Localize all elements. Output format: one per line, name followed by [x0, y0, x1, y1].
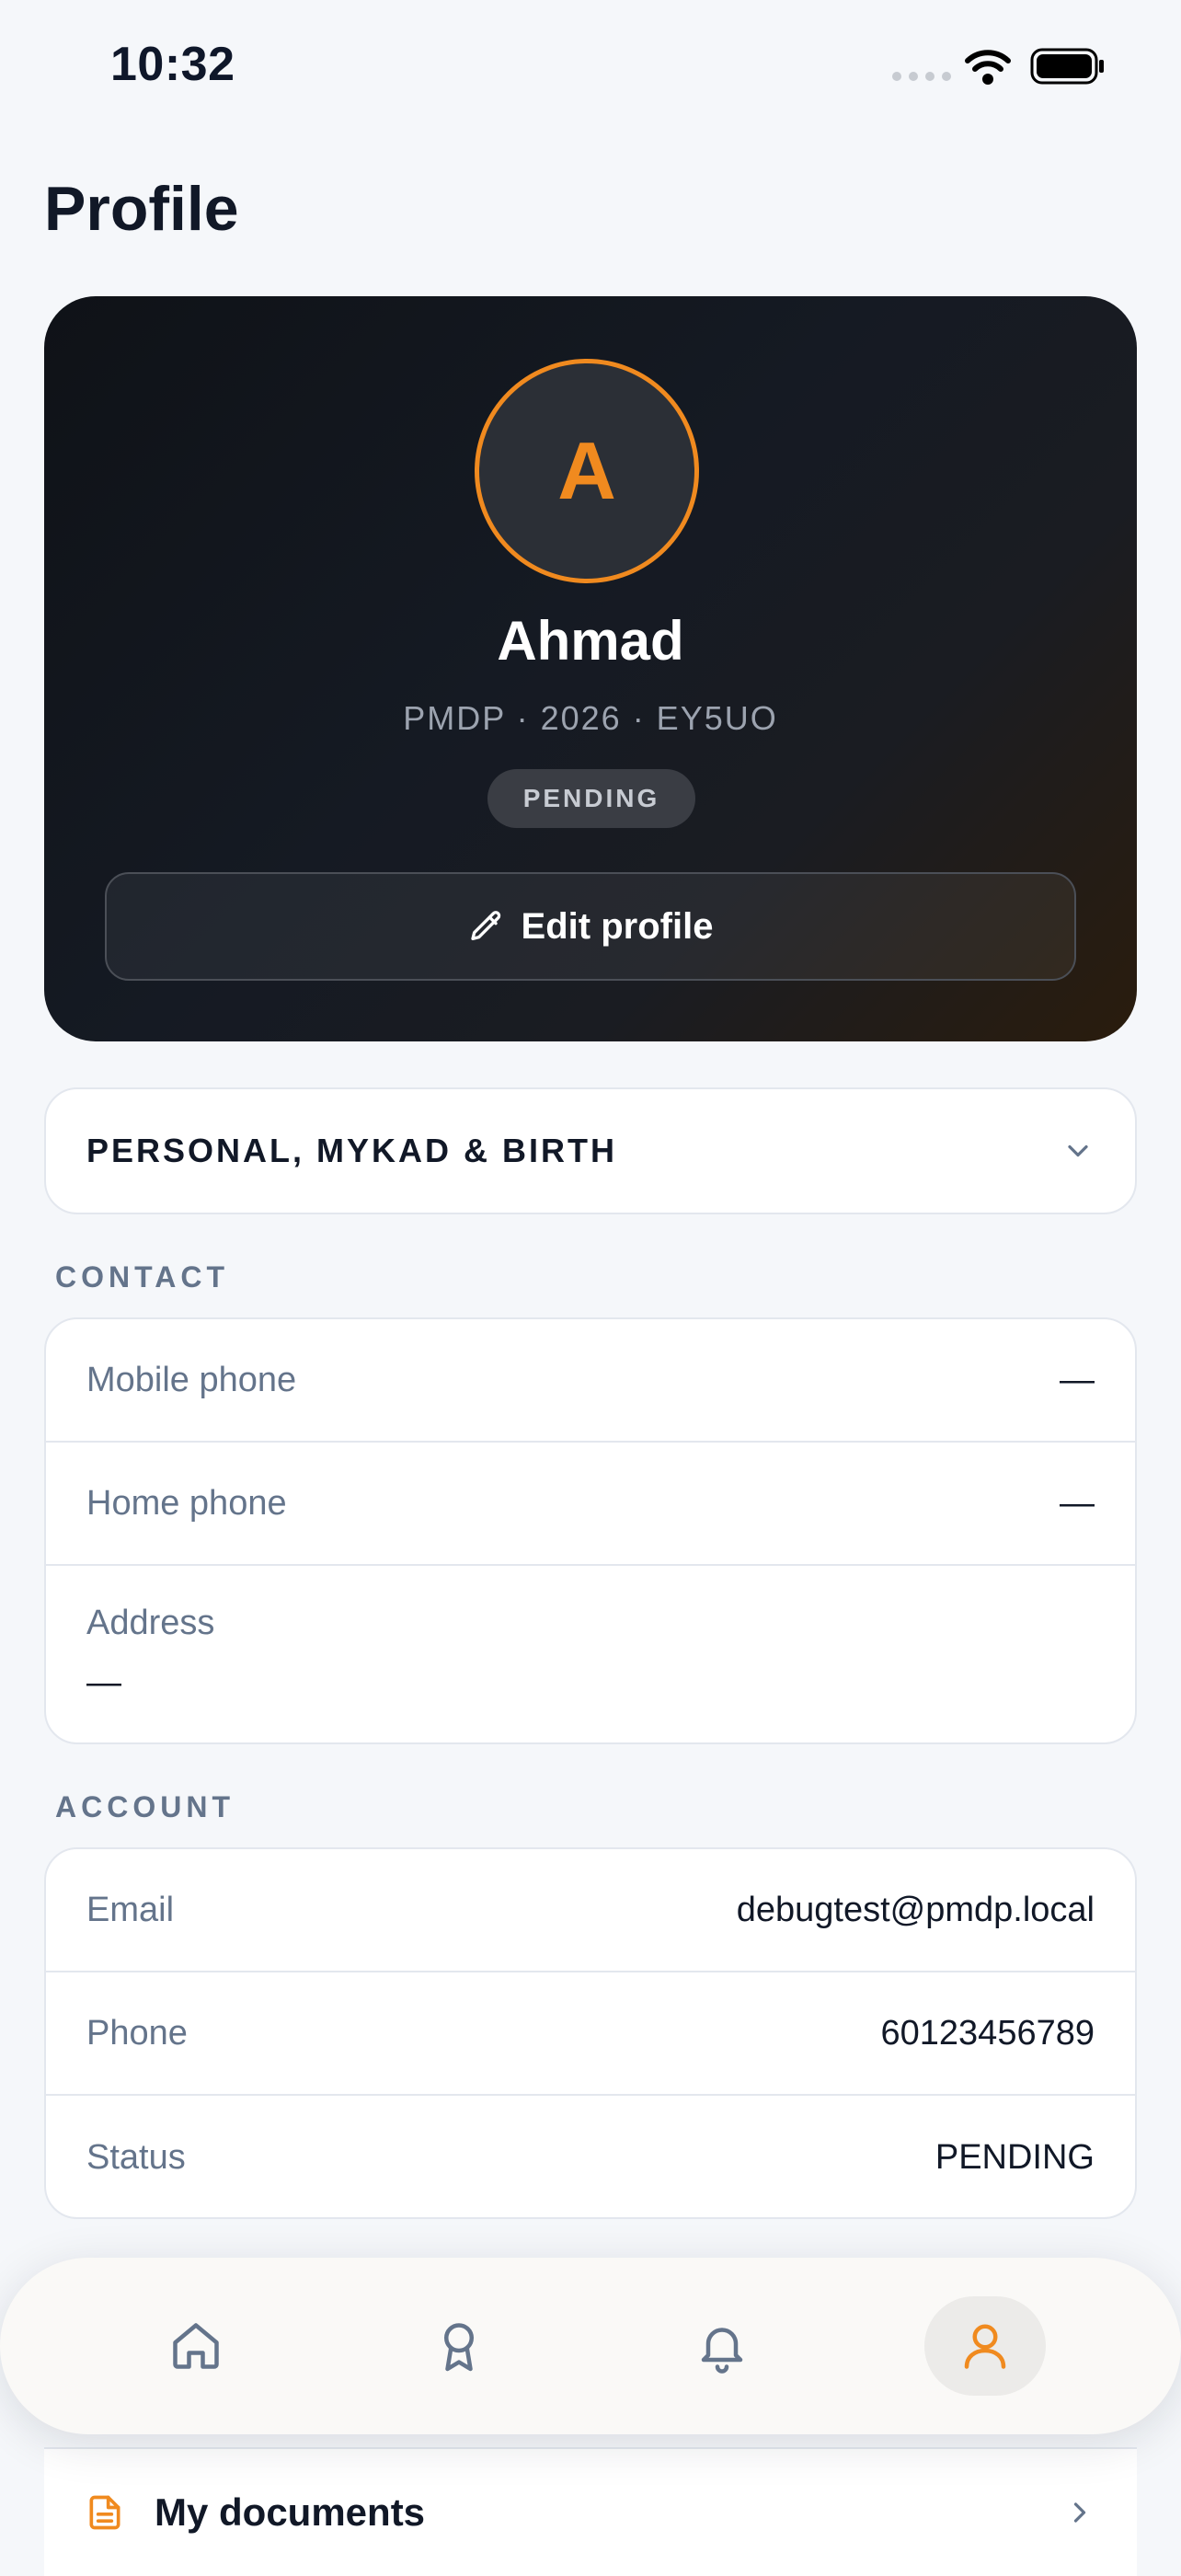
contact-row-address: Address —: [46, 1566, 1135, 1741]
accordion-title: PERSONAL, MYKAD & BIRTH: [86, 1132, 618, 1169]
account-row-status: Status PENDING: [46, 2096, 1135, 2217]
user-icon: [964, 2324, 1006, 2369]
nav-awards[interactable]: [398, 2296, 520, 2396]
profile-name: Ahmad: [497, 610, 684, 672]
contact-row-mobile: Mobile phone —: [46, 1319, 1135, 1443]
bell-icon: [701, 2328, 743, 2374]
nav-home[interactable]: [135, 2296, 257, 2396]
edit-profile-label: Edit profile: [521, 905, 714, 947]
nav-profile[interactable]: [924, 2296, 1046, 2396]
my-documents-link[interactable]: My documents: [44, 2447, 1137, 2576]
row-label: Mobile phone: [86, 1360, 297, 1399]
status-bar: 10:32: [0, 0, 1181, 129]
row-value: debugtest@pmdp.local: [736, 1890, 1095, 1929]
account-row-phone: Phone 60123456789: [46, 1972, 1135, 2096]
row-label: Phone: [86, 2013, 188, 2053]
row-value: PENDING: [934, 2137, 1095, 2177]
row-label: Home phone: [86, 1483, 287, 1523]
bottom-nav: [0, 2258, 1181, 2434]
status-time: 10:32: [110, 38, 235, 91]
account-card: Email debugtest@pmdp.local Phone 6012345…: [44, 1847, 1137, 2219]
personal-accordion[interactable]: PERSONAL, MYKAD & BIRTH: [44, 1087, 1137, 1214]
chevron-down-icon: [1068, 1144, 1088, 1157]
account-section-heading: ACCOUNT: [55, 1790, 235, 1823]
battery-icon: [1030, 48, 1104, 85]
my-documents-label: My documents: [155, 2490, 426, 2534]
profile-subtitle: PMDP · 2026 · EY5UO: [403, 699, 778, 737]
home-icon: [173, 2323, 219, 2369]
row-value: —: [1060, 1360, 1095, 1399]
page-title: Profile: [44, 174, 239, 244]
row-label: Email: [86, 1890, 175, 1929]
avatar-initial: A: [557, 425, 616, 516]
row-value: —: [1060, 1483, 1095, 1523]
profile-hero-card: A Ahmad PMDP · 2026 · EY5UO PENDING Edit…: [44, 296, 1137, 1041]
row-label: Status: [86, 2137, 186, 2177]
chevron-right-icon: [1073, 2502, 1086, 2523]
account-row-email: Email debugtest@pmdp.local: [46, 1849, 1135, 1972]
row-label: Address: [86, 1604, 215, 1642]
avatar: A: [475, 359, 699, 583]
row-value: —: [86, 1663, 121, 1702]
edit-profile-button[interactable]: Edit profile: [105, 872, 1076, 981]
row-value: 60123456789: [880, 2013, 1095, 2053]
award-icon: [444, 2323, 474, 2372]
signal-icon: [892, 72, 951, 81]
contact-row-home: Home phone —: [46, 1443, 1135, 1566]
pencil-icon: [470, 911, 500, 940]
wifi-icon: [965, 50, 1011, 85]
nav-notifications[interactable]: [661, 2296, 783, 2396]
status-badge: PENDING: [487, 769, 695, 828]
contact-card: Mobile phone — Home phone — Address —: [44, 1317, 1137, 1744]
document-icon: [89, 2495, 120, 2530]
contact-section-heading: CONTACT: [55, 1260, 230, 1294]
